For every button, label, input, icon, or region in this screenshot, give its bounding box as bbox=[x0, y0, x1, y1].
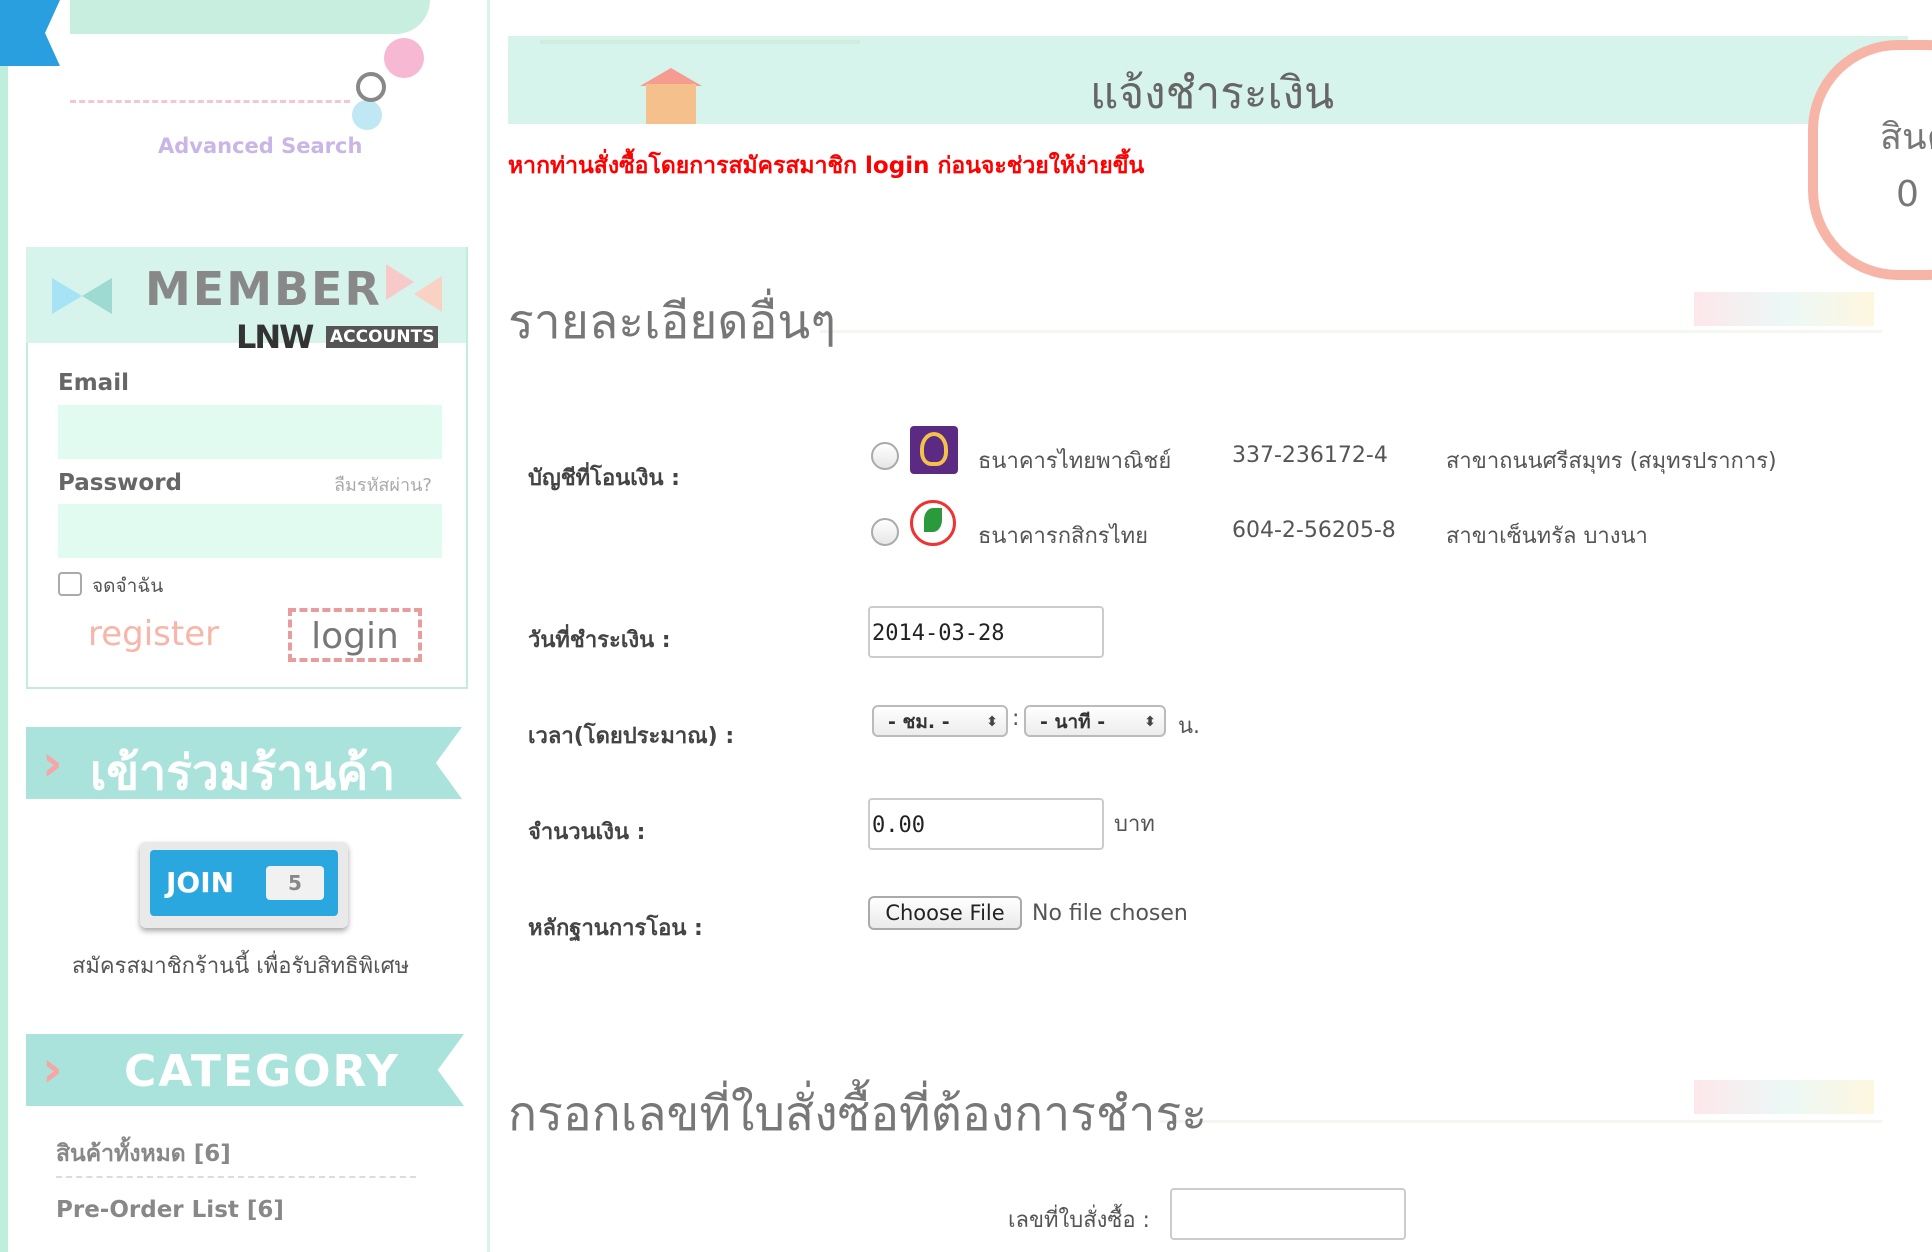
ribbon-corner-decoration bbox=[0, 0, 60, 66]
login-warning: หากท่านสั่งซื้อโดยการสมัครสมาชิก login ก… bbox=[508, 153, 1145, 179]
search-banner bbox=[70, 0, 430, 34]
scb-emblem bbox=[920, 432, 948, 466]
section-title-order: กรอกเลขที่ใบสั่งซื้อที่ต้องการชำระ bbox=[508, 1086, 1208, 1142]
time-label: เวลา(โดยประมาณ) : bbox=[528, 724, 735, 749]
order-number-input[interactable] bbox=[1170, 1188, 1406, 1240]
page-title: แจ้งชำระเงิน bbox=[1090, 68, 1335, 119]
category-item-preorder[interactable]: Pre-Order List [6] bbox=[56, 1197, 284, 1223]
time-separator: : bbox=[1012, 706, 1020, 731]
bank-name: ธนาคารไทยพาณิชย์ bbox=[978, 449, 1172, 474]
proof-label: หลักฐานการโอน : bbox=[528, 916, 703, 941]
hour-select-value: - ชม. - bbox=[888, 711, 950, 733]
sidebar-divider bbox=[487, 0, 490, 1252]
updown-arrow-icon: ⬍ bbox=[1144, 714, 1156, 730]
bank-branch: สาขาเซ็นทรัล บางนา bbox=[1446, 524, 1648, 549]
updown-arrow-icon: ⬍ bbox=[986, 714, 998, 730]
accounts-badge: ACCOUNTS bbox=[326, 326, 439, 348]
flag-decoration-strip bbox=[1694, 1080, 1874, 1114]
section-underline bbox=[1160, 1120, 1882, 1123]
category-title: CATEGORY bbox=[124, 1046, 400, 1097]
choose-file-button[interactable]: Choose File bbox=[868, 896, 1022, 930]
chevron-right-icon: › bbox=[42, 734, 63, 792]
category-item-all[interactable]: สินค้าทั้งหมด [6] bbox=[56, 1136, 231, 1172]
section-title-details: รายละเอียดอื่นๆ bbox=[508, 294, 837, 350]
email-label: Email bbox=[58, 370, 129, 396]
register-link[interactable]: register bbox=[88, 614, 219, 654]
search-dashed-divider bbox=[70, 100, 350, 103]
advanced-search-link[interactable]: Advanced Search bbox=[158, 134, 362, 158]
bank-radio-scb[interactable] bbox=[871, 442, 899, 470]
minute-select[interactable]: - นาที - ⬍ bbox=[1024, 705, 1166, 737]
bank-branch: สาขาถนนศรีสมุทร (สมุทรปราการ) bbox=[1446, 449, 1777, 474]
bank-account-number: 337-236172-4 bbox=[1232, 443, 1388, 468]
login-button[interactable]: login bbox=[288, 608, 422, 662]
left-edge-strip bbox=[0, 0, 8, 1252]
amount-unit: บาท bbox=[1114, 812, 1155, 837]
kbank-leaf bbox=[924, 508, 942, 532]
remember-me-checkbox[interactable] bbox=[58, 572, 82, 596]
flag-decoration bbox=[386, 264, 414, 300]
flower-icon bbox=[384, 38, 424, 78]
bunting-decoration bbox=[540, 40, 860, 44]
password-label: Password bbox=[58, 470, 182, 496]
time-unit: น. bbox=[1178, 714, 1201, 739]
account-label: บัญชีที่โอนเงิน : bbox=[528, 466, 680, 491]
join-button-label: JOIN bbox=[166, 866, 235, 899]
date-label: วันที่ชำระเงิน : bbox=[528, 628, 671, 653]
join-count-badge: 5 bbox=[266, 866, 324, 900]
house-icon bbox=[646, 84, 696, 124]
join-description: สมัครสมาชิกร้านนี้ เพื่อรับสิทธิพิเศษ bbox=[72, 954, 410, 979]
flower-icon-small bbox=[352, 100, 382, 130]
file-status: No file chosen bbox=[1032, 901, 1188, 926]
hour-select[interactable]: - ชม. - ⬍ bbox=[872, 705, 1008, 737]
flag-decoration bbox=[414, 276, 442, 312]
cart-label: สินค bbox=[1880, 117, 1932, 158]
remember-me-label: จดจำฉัน bbox=[92, 575, 164, 597]
payment-date-input[interactable]: 2014-03-28 bbox=[868, 606, 1104, 658]
amount-label: จำนวนเงิน : bbox=[528, 820, 646, 845]
magnifier-icon bbox=[356, 72, 386, 102]
bank-account-number: 604-2-56205-8 bbox=[1232, 518, 1396, 543]
lnw-logo: LNW bbox=[236, 318, 314, 356]
chevron-right-icon: › bbox=[42, 1040, 63, 1098]
minute-select-value: - นาที - bbox=[1040, 711, 1106, 733]
bank-name: ธนาคารกสิกรไทย bbox=[978, 524, 1149, 549]
category-divider bbox=[56, 1176, 416, 1178]
cart-count: 0 bbox=[1896, 174, 1919, 215]
section-underline bbox=[820, 330, 1882, 333]
order-number-label: เลขที่ใบสั่งซื้อ : bbox=[1008, 1208, 1150, 1233]
flag-decoration-strip bbox=[1694, 292, 1874, 326]
member-title: MEMBER bbox=[145, 262, 382, 316]
bank-radio-kbank[interactable] bbox=[871, 518, 899, 546]
amount-input[interactable]: 0.00 bbox=[868, 798, 1104, 850]
join-shop-title: เข้าร่วมร้านค้า bbox=[90, 745, 396, 801]
flag-decoration bbox=[52, 278, 82, 314]
password-field[interactable] bbox=[58, 504, 442, 558]
flag-decoration bbox=[82, 278, 112, 314]
email-field[interactable] bbox=[58, 405, 442, 459]
forgot-password-link[interactable]: ลืมรหัสผ่าน? bbox=[334, 470, 432, 499]
